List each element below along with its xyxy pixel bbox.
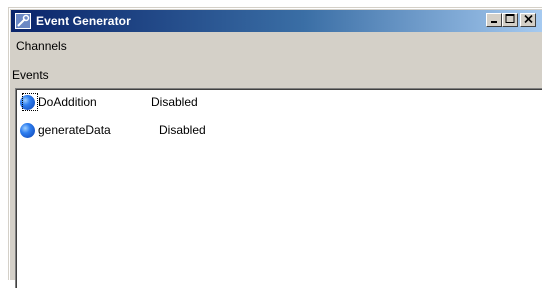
maximize-button[interactable] xyxy=(502,13,518,27)
minimize-button[interactable] xyxy=(486,13,502,27)
event-name: generateData xyxy=(38,123,111,137)
list-item[interactable]: DoAddition Disabled xyxy=(20,93,198,111)
close-button[interactable] xyxy=(520,13,536,27)
events-label: Events xyxy=(12,68,49,82)
event-status: Disabled xyxy=(159,123,206,137)
window-title: Event Generator xyxy=(36,14,131,28)
menu-bar: Channels xyxy=(11,36,542,56)
minimize-icon xyxy=(490,14,498,26)
title-bar[interactable]: Event Generator xyxy=(11,10,542,32)
event-status: Disabled xyxy=(151,95,198,109)
events-list[interactable]: DoAddition Disabled generateData Disable… xyxy=(15,88,542,288)
maximize-icon xyxy=(505,14,515,26)
event-name: DoAddition xyxy=(38,95,97,109)
focus-rectangle xyxy=(22,93,38,111)
list-item[interactable]: generateData Disabled xyxy=(20,121,206,139)
menu-channels[interactable]: Channels xyxy=(11,39,72,53)
event-generator-window: Event Generator Channels Events DoAdditi… xyxy=(8,7,542,288)
event-status-icon xyxy=(20,122,35,138)
close-icon xyxy=(523,14,533,26)
wrench-icon xyxy=(15,13,31,29)
